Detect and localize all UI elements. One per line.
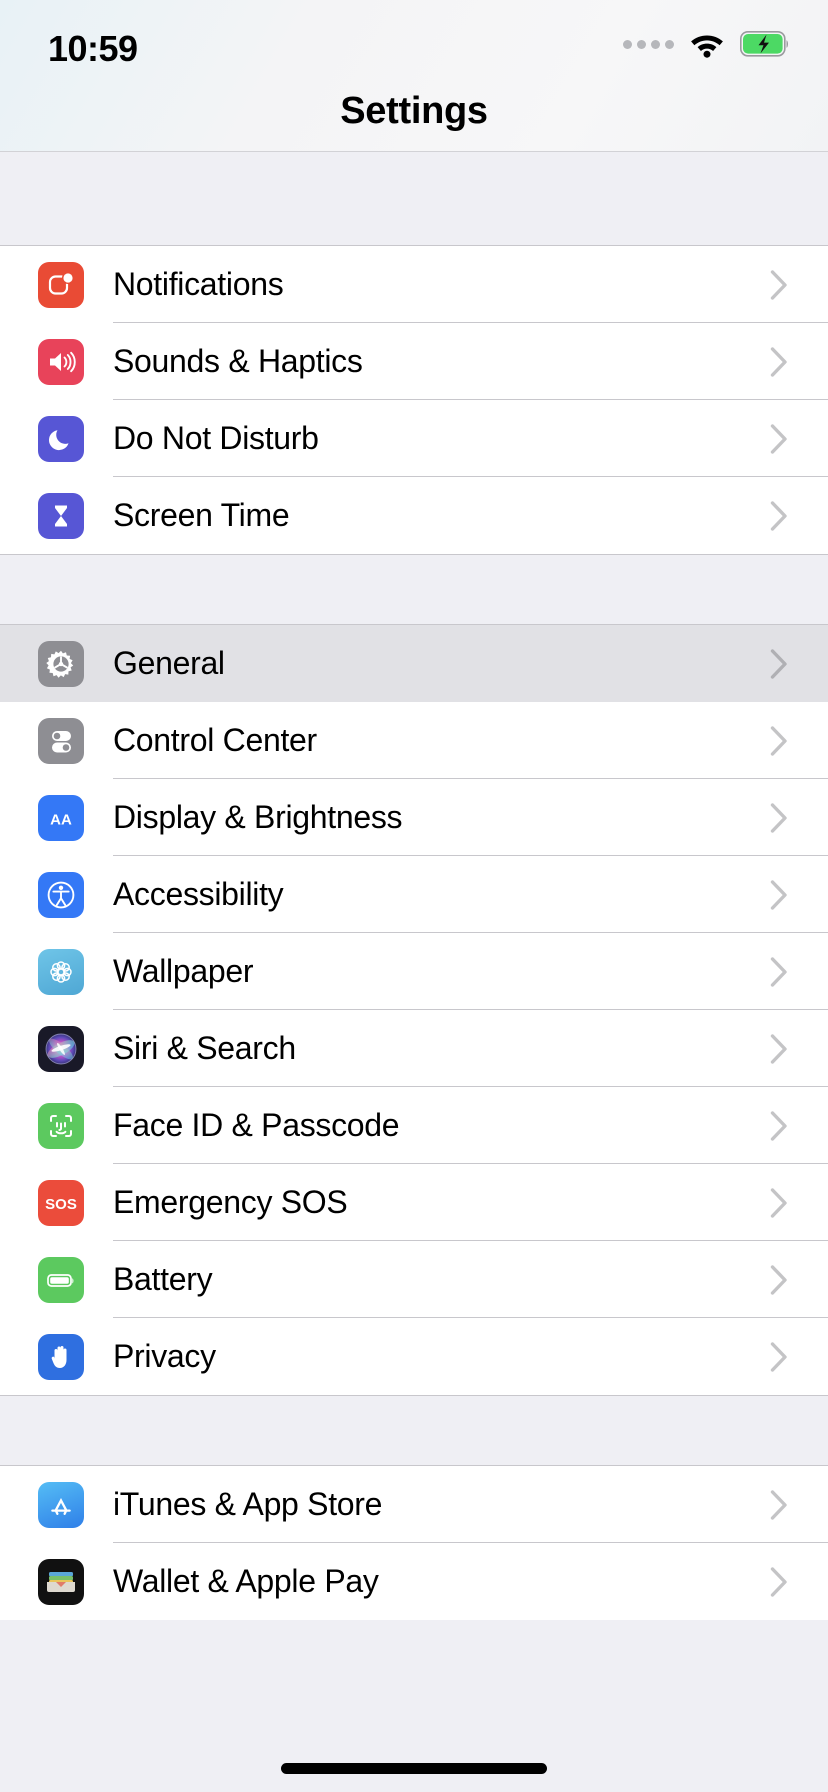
settings-row-control-center[interactable]: Control Center [0, 702, 828, 779]
settings-list[interactable]: Notifications Sounds & Haptics [0, 152, 828, 1792]
page-title: Settings [0, 90, 828, 133]
status-bar: 10:59 Settings [0, 0, 828, 152]
accessibility-icon [38, 872, 84, 918]
status-indicators [623, 30, 790, 58]
settings-row-label: Accessibility [113, 876, 283, 913]
settings-row-wallpaper[interactable]: Wallpaper [0, 933, 828, 1010]
svg-text:SOS: SOS [45, 1196, 77, 1213]
chevron-right-icon [770, 726, 788, 756]
iphone-screen: 10:59 Settings [0, 0, 828, 1792]
settings-row-label: Wallpaper [113, 953, 253, 990]
settings-row-sounds-haptics[interactable]: Sounds & Haptics [0, 323, 828, 400]
screen-time-icon [38, 493, 84, 539]
row-content: Privacy [113, 1318, 828, 1395]
settings-row-siri-search[interactable]: Siri & Search [0, 1010, 828, 1087]
settings-row-label: Wallet & Apple Pay [113, 1563, 379, 1600]
row-content: Do Not Disturb [113, 400, 828, 477]
chevron-right-icon [770, 1490, 788, 1520]
group-spacer-1 [0, 555, 828, 624]
settings-group-store: iTunes & App Store [0, 1465, 828, 1620]
group-spacer-2 [0, 1396, 828, 1465]
settings-row-accessibility[interactable]: Accessibility [0, 856, 828, 933]
chevron-right-icon [770, 1111, 788, 1141]
wallet-icon [38, 1559, 84, 1605]
row-content: Display & Brightness [113, 779, 828, 856]
row-content: Battery [113, 1241, 828, 1318]
settings-row-label: Face ID & Passcode [113, 1107, 399, 1144]
emergency-sos-icon: SOS [38, 1180, 84, 1226]
chevron-right-icon [770, 1265, 788, 1295]
battery-charging-icon [740, 31, 790, 57]
notifications-icon [38, 262, 84, 308]
cellular-signal-dots-icon [623, 40, 674, 49]
app-store-icon [38, 1482, 84, 1528]
settings-row-face-id-passcode[interactable]: Face ID & Passcode [0, 1087, 828, 1164]
settings-row-label: Sounds & Haptics [113, 343, 363, 380]
settings-row-label: Do Not Disturb [113, 420, 319, 457]
settings-row-display-brightness[interactable]: AA Display & Brightness [0, 779, 828, 856]
settings-row-screen-time[interactable]: Screen Time [0, 477, 828, 554]
chevron-right-icon [770, 424, 788, 454]
chevron-right-icon [770, 803, 788, 833]
chevron-right-icon [770, 270, 788, 300]
settings-row-label: Privacy [113, 1338, 216, 1375]
svg-text:AA: AA [50, 811, 72, 828]
row-content: Face ID & Passcode [113, 1087, 828, 1164]
chevron-right-icon [770, 1342, 788, 1372]
settings-row-battery[interactable]: Battery [0, 1241, 828, 1318]
status-time: 10:59 [48, 28, 138, 70]
settings-row-label: Display & Brightness [113, 799, 402, 836]
control-center-icon [38, 718, 84, 764]
privacy-hand-icon [38, 1334, 84, 1380]
wallpaper-icon [38, 949, 84, 995]
row-content: Notifications [113, 246, 828, 323]
chevron-right-icon [770, 1567, 788, 1597]
settings-row-label: Battery [113, 1261, 212, 1298]
row-content: Screen Time [113, 477, 828, 554]
battery-icon [38, 1257, 84, 1303]
home-indicator[interactable] [281, 1763, 547, 1774]
face-id-icon [38, 1103, 84, 1149]
row-content: Wallpaper [113, 933, 828, 1010]
settings-row-label: Siri & Search [113, 1030, 296, 1067]
chevron-right-icon [770, 957, 788, 987]
row-content: Siri & Search [113, 1010, 828, 1087]
settings-group-alerts: Notifications Sounds & Haptics [0, 245, 828, 555]
chevron-right-icon [770, 880, 788, 910]
settings-row-label: iTunes & App Store [113, 1486, 382, 1523]
settings-row-emergency-sos[interactable]: SOS Emergency SOS [0, 1164, 828, 1241]
chevron-right-icon [770, 347, 788, 377]
row-content: iTunes & App Store [113, 1466, 828, 1543]
chevron-right-icon [770, 501, 788, 531]
settings-row-label: Notifications [113, 266, 283, 303]
settings-row-label: Emergency SOS [113, 1184, 347, 1221]
display-brightness-icon: AA [38, 795, 84, 841]
row-content: Wallet & Apple Pay [113, 1543, 828, 1620]
wifi-icon [688, 30, 726, 58]
chevron-right-icon [770, 1188, 788, 1218]
settings-row-label: General [113, 645, 225, 682]
settings-row-privacy[interactable]: Privacy [0, 1318, 828, 1395]
settings-row-itunes-app-store[interactable]: iTunes & App Store [0, 1466, 828, 1543]
chevron-right-icon [770, 649, 788, 679]
sounds-haptics-icon [38, 339, 84, 385]
settings-row-label: Screen Time [113, 497, 289, 534]
row-content: Sounds & Haptics [113, 323, 828, 400]
settings-row-label: Control Center [113, 722, 317, 759]
row-content: Emergency SOS [113, 1164, 828, 1241]
row-content: Accessibility [113, 856, 828, 933]
chevron-right-icon [770, 1034, 788, 1064]
row-content: General [113, 625, 828, 702]
settings-row-wallet-apple-pay[interactable]: Wallet & Apple Pay [0, 1543, 828, 1620]
gear-icon [38, 641, 84, 687]
settings-group-system: General Control Center [0, 624, 828, 1396]
group-spacer-top [0, 152, 828, 245]
settings-row-do-not-disturb[interactable]: Do Not Disturb [0, 400, 828, 477]
siri-search-icon [38, 1026, 84, 1072]
do-not-disturb-icon [38, 416, 84, 462]
settings-row-general[interactable]: General [0, 625, 828, 702]
settings-row-notifications[interactable]: Notifications [0, 246, 828, 323]
row-content: Control Center [113, 702, 828, 779]
